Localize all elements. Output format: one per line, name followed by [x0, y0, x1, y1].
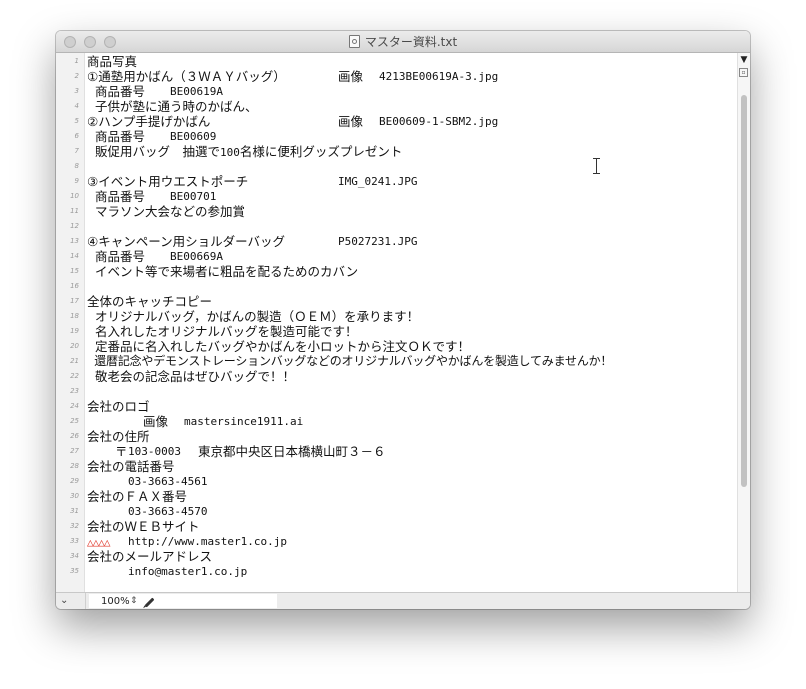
window-title: マスター資料.txt: [364, 35, 458, 49]
vertical-scrollbar[interactable]: ▼ ▫: [737, 53, 750, 592]
line-number: 35: [70, 567, 79, 575]
line-number: 8: [74, 162, 79, 170]
line-number: 17: [70, 297, 79, 305]
title-bar[interactable]: マスター資料.txt: [56, 31, 750, 53]
text-line-28: 会社の電話番号: [87, 459, 175, 474]
text-area[interactable]: 商品写真 ①通塾用かばん（３ＷＡＹバッグ） 画像 4213BE00619A-3.jp…: [87, 53, 737, 592]
text-line-22: 敬老会の記念品はぜひバッグで！！: [87, 369, 295, 384]
text-line-24: 会社のロゴ: [87, 399, 150, 414]
pencil-icon[interactable]: [144, 597, 155, 608]
status-divider: [85, 593, 86, 609]
line-number: 32: [70, 522, 79, 530]
text-line-3: 商品番号 BE00619A: [87, 84, 223, 99]
text-line-2: ①通塾用かばん（３ＷＡＹバッグ） 画像 4213BE00619A-3.jpg: [87, 69, 499, 84]
stepper-icon[interactable]: ⇕: [130, 594, 138, 608]
line-number: 16: [70, 282, 79, 290]
split-view-icon[interactable]: ▫: [739, 68, 748, 77]
line-number: 26: [70, 432, 79, 440]
line-number-gutter: 1 2 3 4 5 6 7 8 9 10 11 12 13 14 15 16 17 18 19 20 21 22 23 24 2…: [56, 53, 85, 592]
chevron-down-icon[interactable]: ⌄: [60, 594, 68, 608]
line-number: 30: [70, 492, 79, 500]
line-number: 10: [70, 192, 79, 200]
ibeam-cursor-icon: [593, 158, 601, 174]
text-line-1: 商品写真: [87, 54, 138, 69]
text-line-9: ③イベント用ウエストポーチ IMG_0241.JPG: [87, 174, 418, 189]
line-number: 20: [70, 342, 79, 350]
line-number: 18: [70, 312, 79, 320]
text-line-15: イベント等で来場者に粗品を配るためのカバン: [87, 264, 359, 279]
text-line-20: 定番品に名入れしたバッグやかばんを小ロットから注文ＯＫです！: [87, 339, 470, 354]
line-number: 15: [70, 267, 79, 275]
line-number: 4: [74, 102, 79, 110]
text-line-17: 全体のキャッチコピー: [87, 294, 213, 309]
scroll-thumb[interactable]: [741, 95, 747, 487]
window-title-wrap: マスター資料.txt: [56, 34, 750, 50]
text-line-34: 会社のメールアドレス: [87, 549, 213, 564]
text-line-18: オリジナルバッグ，かばんの製造（ＯＥＭ）を承ります！: [87, 309, 420, 324]
doc-icon[interactable]: [348, 35, 360, 48]
line-number: 24: [70, 402, 79, 410]
line-number: 7: [74, 147, 79, 155]
text-line-30: 会社のＦＡＸ番号: [87, 489, 188, 504]
text-line-5: ②ハンプ手提げかばん 画像 BE00609-1-SBM2.jpg: [87, 114, 499, 129]
text-line-32: 会社のＷＥＢサイト: [87, 519, 200, 534]
status-bar: ⌄ 100% ⇕: [56, 592, 750, 609]
line-number: 6: [74, 132, 79, 140]
line-number: 28: [70, 462, 79, 470]
line-number: 9: [74, 177, 79, 185]
line-number: 11: [70, 207, 79, 215]
zoom-control[interactable]: 100% ⇕: [89, 594, 277, 608]
text-line-26: 会社の住所: [87, 429, 150, 444]
text-line-13: ④キャンペーン用ショルダーバッグ P5027231.JPG: [87, 234, 418, 249]
editor-window: マスター資料.txt 1 2 3 4 5 6 7 8 9 10 11 12 13 14 15 16 17 18 19…: [56, 31, 750, 609]
line-number: 13: [70, 237, 79, 245]
line-number: 5: [74, 117, 79, 125]
line-number: 27: [70, 447, 79, 455]
text-line-19: 名入れしたオリジナルバッグを製造可能です！: [87, 324, 358, 339]
line-number: 1: [74, 57, 79, 65]
line-number: 12: [70, 222, 79, 230]
text-line-10: 商品番号 BE00701: [87, 189, 217, 204]
text-line-6: 商品番号 BE00609: [87, 129, 217, 144]
line-number: 33: [70, 537, 79, 545]
scroll-up-icon[interactable]: ▼: [739, 55, 749, 65]
line-number: 21: [70, 357, 79, 365]
line-number: 2: [74, 72, 79, 80]
line-number: 23: [70, 387, 79, 395]
text-line-4: 子供が塾に通う時のかばん、: [87, 99, 258, 114]
line-number: 14: [70, 252, 79, 260]
line-number: 31: [70, 507, 79, 515]
line-number: 29: [70, 477, 79, 485]
text-line-14: 商品番号 BE00669A: [87, 249, 223, 264]
text-line-21: 還暦記念やデモンストレーションバッグなどのオリジナルバッグやかばんを製造してみま…: [87, 354, 613, 368]
text-line-11: マラソン大会などの参加賞: [87, 204, 245, 219]
line-number: 3: [74, 87, 79, 95]
zoom-level[interactable]: 100%: [101, 595, 130, 608]
text-line-33: △△△△ http://www.master1.co.jp: [87, 535, 287, 549]
line-number: 34: [70, 552, 79, 560]
line-number: 22: [70, 372, 79, 380]
line-number: 19: [70, 327, 79, 335]
tab-marker: △△△△: [87, 536, 110, 549]
text-line-7: 販促用バッグ 抽選で100名様に便利グッズプレゼント: [87, 144, 403, 159]
line-number: 25: [70, 417, 79, 425]
